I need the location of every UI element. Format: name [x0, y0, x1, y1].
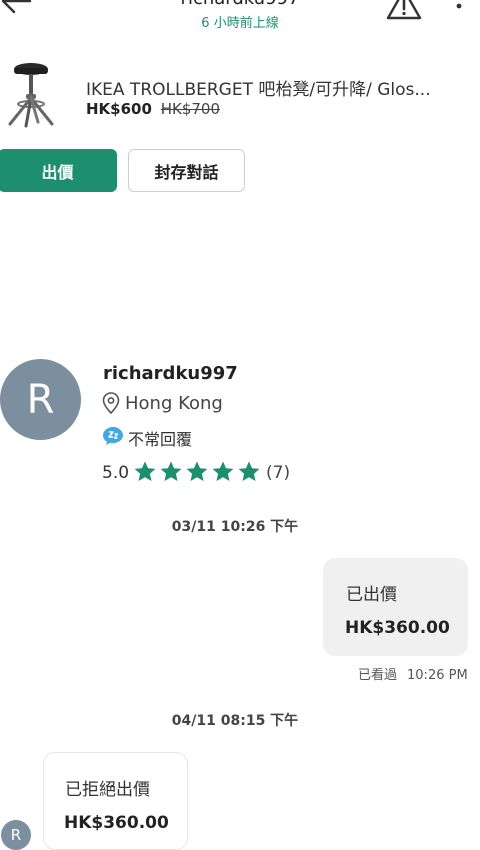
- profile-avatar[interactable]: R: [0, 359, 81, 440]
- sleep-bubble-icon: [103, 427, 123, 445]
- message-amount: HK$360.00: [64, 813, 169, 833]
- online-status: 6 小時前上線: [201, 16, 279, 31]
- location-pin-icon: [102, 392, 120, 414]
- date-separator: 03/11 10:26 下午: [171, 519, 299, 535]
- archive-chat-button[interactable]: 封存對話: [128, 149, 245, 192]
- message-title: 已拒絕出價: [65, 780, 150, 800]
- warning-icon[interactable]: [386, 0, 422, 20]
- sender-avatar[interactable]: R: [1, 820, 31, 850]
- listing-thumbnail-image[interactable]: [4, 60, 58, 128]
- rating-score: 5.0: [102, 463, 130, 483]
- rating-stars: [133, 460, 261, 484]
- outgoing-message-bubble[interactable]: 已出價 HK$360.00: [323, 558, 468, 656]
- read-receipt: 已看過 10:26 PM: [358, 664, 468, 683]
- listing-title[interactable]: IKEA TROLLBERGET 吧枱凳/可升降/ Glos...: [86, 75, 472, 100]
- arrow-left-icon[interactable]: [0, 0, 36, 16]
- make-offer-button[interactable]: 出價: [0, 149, 117, 192]
- star-icon: [160, 461, 182, 481]
- incoming-message-bubble[interactable]: 已拒絕出價 HK$360.00: [43, 752, 188, 850]
- message-time: 10:26 PM: [407, 668, 468, 683]
- profile-name[interactable]: richardku997: [103, 363, 238, 384]
- star-icon: [238, 461, 260, 481]
- listing-price: HK$600: [86, 100, 152, 118]
- star-icon: [134, 461, 156, 481]
- message-title: 已出價: [346, 585, 397, 605]
- listing-original-price: HK$700: [160, 100, 221, 118]
- review-count[interactable]: (7): [266, 463, 290, 483]
- date-separator: 04/11 08:15 下午: [171, 713, 299, 729]
- more-vertical-icon[interactable]: [452, 0, 466, 18]
- star-icon: [186, 461, 208, 481]
- profile-location: Hong Kong: [125, 393, 223, 414]
- message-amount: HK$360.00: [345, 618, 450, 638]
- reply-frequency: 不常回覆: [128, 430, 193, 449]
- star-icon: [212, 461, 234, 481]
- listing-price-row: HK$600 HK$700: [86, 100, 220, 118]
- read-label: 已看過: [358, 668, 398, 683]
- chat-username[interactable]: richardku997: [120, 0, 360, 9]
